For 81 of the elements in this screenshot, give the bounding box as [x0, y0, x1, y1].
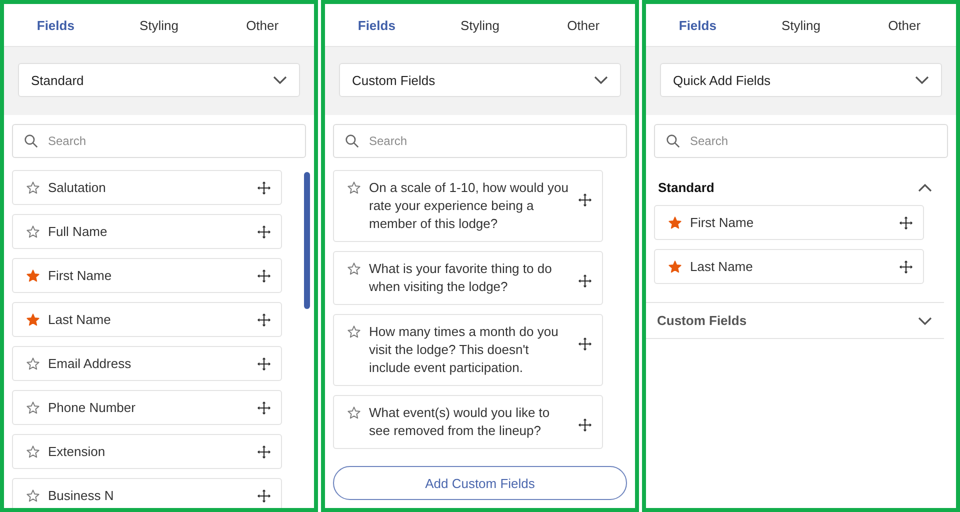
field-card[interactable]: Phone Number [12, 390, 282, 425]
star-icon[interactable] [668, 260, 682, 274]
field-card[interactable]: First Name [12, 258, 282, 293]
star-icon[interactable] [26, 356, 40, 370]
section-header[interactable]: Standard [654, 170, 944, 205]
tab[interactable]: Other [852, 4, 956, 46]
star-icon[interactable] [26, 180, 40, 194]
search-field[interactable]: Search [654, 124, 948, 158]
drag-handle-icon[interactable] [257, 312, 271, 326]
field-card[interactable]: First Name [654, 205, 924, 240]
field-card[interactable]: Last Name [654, 249, 924, 284]
search-icon [666, 134, 680, 148]
field-label: Business N [48, 486, 115, 504]
field-label: What is your favorite thing to do when visiting the lodge? [369, 260, 553, 296]
field-label: On a scale of 1-10, how would you rate your experience being a member of this lodge? [369, 179, 570, 233]
tab[interactable]: Fields [646, 4, 750, 46]
star-icon[interactable] [26, 400, 40, 414]
star-icon[interactable] [26, 444, 40, 458]
field-label: How many times a month do you visit the lodge? This doesn't include event participation. [369, 323, 560, 377]
drag-handle-icon[interactable] [257, 224, 271, 238]
field-card[interactable]: Last Name [12, 302, 282, 337]
tab[interactable]: Styling [107, 4, 211, 46]
tab[interactable]: Styling [428, 4, 532, 46]
drag-handle-icon[interactable] [257, 400, 271, 414]
drag-handle-icon[interactable] [578, 337, 592, 351]
field-card[interactable]: Email Address [12, 346, 282, 381]
drag-handle-icon[interactable] [257, 356, 271, 370]
drag-handle-icon[interactable] [257, 488, 271, 502]
drag-handle-icon[interactable] [578, 193, 592, 207]
drag-handle-icon[interactable] [899, 260, 913, 274]
tab[interactable]: Styling [749, 4, 853, 46]
field-card[interactable]: On a scale of 1-10, how would you rate your experience being a member of this lodge? [333, 170, 603, 242]
field-card[interactable]: How many times a month do you visit the lodge? This doesn't include event participation. [333, 314, 603, 386]
search-icon [345, 134, 359, 148]
field-card[interactable]: Salutation [12, 170, 282, 205]
chevron-icon [594, 76, 608, 84]
field-label: Last Name [48, 310, 112, 328]
section-header[interactable]: Custom Fields [646, 302, 944, 339]
drag-handle-icon[interactable] [257, 268, 271, 282]
drag-handle-icon[interactable] [578, 274, 592, 288]
star-icon[interactable] [347, 181, 361, 195]
field-label: Last Name [690, 258, 754, 276]
drag-handle-icon[interactable] [899, 216, 913, 230]
drag-handle-icon[interactable] [257, 180, 271, 194]
search-field[interactable]: Search [12, 124, 306, 158]
star-icon[interactable] [26, 268, 40, 282]
chevron-icon [273, 76, 287, 84]
search-icon [24, 134, 38, 148]
dropdown[interactable]: Quick Add Fields [660, 63, 942, 97]
field-card[interactable]: What is your favorite thing to do when visiting the lodge? [333, 251, 603, 305]
field-card[interactable]: Extension [12, 434, 282, 469]
star-icon[interactable] [26, 224, 40, 238]
drag-handle-icon[interactable] [578, 418, 592, 432]
tab[interactable]: Fields [4, 4, 108, 46]
tab[interactable]: Fields [325, 4, 428, 46]
star-icon[interactable] [668, 216, 682, 230]
field-label: First Name [48, 266, 113, 284]
field-label: Extension [48, 442, 106, 460]
field-card[interactable]: What event(s) would you like to see removed from the lineup? [333, 395, 603, 449]
star-icon[interactable] [347, 325, 361, 339]
field-card[interactable]: Full Name [12, 214, 282, 249]
drag-handle-icon[interactable] [257, 444, 271, 458]
field-label: Full Name [48, 222, 108, 240]
dropdown[interactable]: Custom Fields [339, 63, 621, 97]
star-icon[interactable] [347, 262, 361, 276]
chevron-icon [915, 76, 929, 84]
star-icon[interactable] [347, 406, 361, 420]
star-icon[interactable] [26, 312, 40, 326]
add-custom-fields-button[interactable]: Add Custom Fields [333, 466, 627, 500]
tab[interactable]: Other [210, 4, 314, 46]
field-label: First Name [690, 214, 755, 232]
field-label: Salutation [48, 178, 107, 196]
tab[interactable]: Other [532, 4, 635, 46]
field-card[interactable]: Business N [12, 478, 282, 508]
search-field[interactable]: Search [333, 124, 627, 158]
field-label: What event(s) would you like to see removed from the lineup? [369, 404, 551, 440]
dropdown[interactable]: Standard [18, 63, 300, 97]
scrollbar-thumb[interactable] [304, 172, 310, 309]
field-label: Phone Number [48, 398, 136, 416]
field-label: Email Address [48, 354, 132, 372]
star-icon[interactable] [26, 488, 40, 502]
